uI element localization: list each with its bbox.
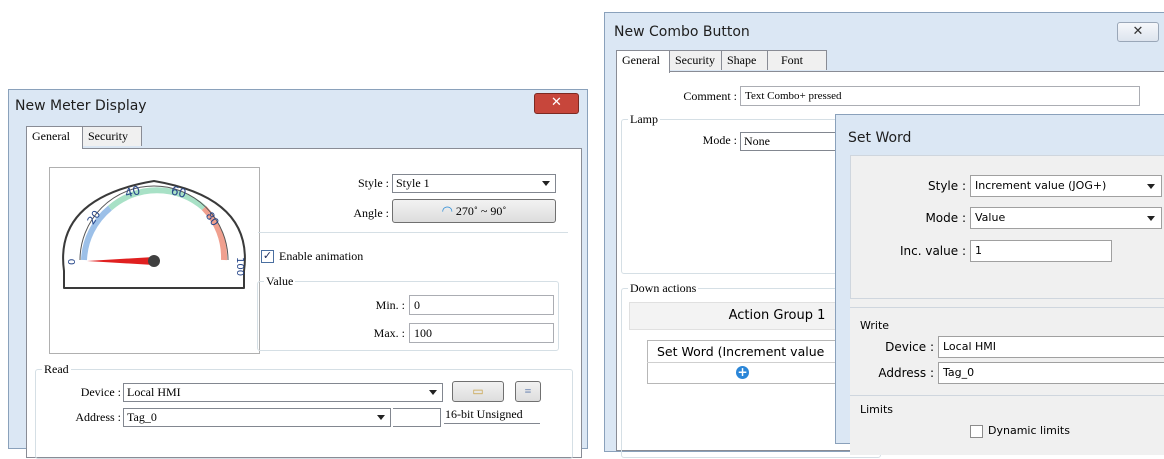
max-label: Max. : [373,326,405,340]
device-select[interactable]: Local HMI [123,383,443,402]
address-select[interactable]: Tag_0 [123,408,391,427]
mode-label: Mode : [702,133,737,147]
tab-general[interactable]: General [26,126,83,149]
mode-value: None [744,134,770,148]
data-type-underline [444,423,540,424]
mode-label: Mode : [925,211,966,225]
lamp-group-label: Lamp [628,112,660,127]
library-icon: ≡ [524,384,532,398]
tab-security[interactable]: Security [82,126,142,146]
dynamic-limits-checkbox[interactable] [970,425,983,438]
dialog-title: New Meter Display [15,98,147,114]
rotate-icon: ◠ [441,203,453,218]
plus-circle-icon[interactable]: + [736,366,749,379]
chevron-down-icon [429,390,437,395]
tab-general[interactable]: General [616,50,670,73]
device-label: Device : [885,340,934,354]
angle-label: Angle : [353,206,389,220]
meter-preview: 0 20 40 60 80 100 [49,167,260,354]
mode-value: Value [975,211,1006,224]
dialog-title: Set Word [848,130,912,146]
device-select[interactable]: Local HMI [938,336,1164,358]
read-group-label: Read [42,362,71,377]
needle-hub [148,255,160,267]
min-input[interactable]: 0 [409,295,554,315]
action-item[interactable]: Set Word (Increment value [657,344,824,359]
set-word-body: Style : Increment value (JOG+) Mode : Va… [850,155,1164,455]
set-word-dialog: Set Word Style : Increment value (JOG+) … [835,114,1164,455]
chevron-down-icon [377,415,385,420]
dialog-title: New Combo Button [614,24,750,40]
style-value: Increment value (JOG+) [975,179,1107,192]
tag-icon: ▭ [472,384,484,398]
value-group-label: Value [264,274,296,289]
address-label: Address : [75,410,121,424]
tag-library-button[interactable]: ≡ [515,381,541,402]
meter-display-dialog: New Meter Display ✕ General Security 0 2… [8,89,588,459]
data-type-label: 16-bit Unsigned [445,407,523,421]
tab-shape[interactable]: Shape [721,50,768,70]
write-group-label: Write [860,319,890,332]
comment-input[interactable]: Text Combo+ pressed [740,86,1140,106]
inc-value-input[interactable]: 1 [970,240,1112,262]
meter-gauge-graphic: 0 20 40 60 80 100 [62,180,246,289]
style-label: Style : [357,176,389,190]
chevron-down-icon [1147,216,1155,221]
enable-animation-checkbox[interactable]: ✓ [261,250,274,263]
address-index-field[interactable] [393,408,441,427]
limits-group-label: Limits [860,403,893,416]
angle-value: 270˚ ~ 90˚ [455,204,507,218]
dynamic-limits-label: Dynamic limits [988,424,1070,437]
address-select[interactable]: Tag_0 [938,362,1164,384]
enable-animation-label: Enable animation [279,249,364,263]
style-value: Style 1 [396,176,430,190]
device-value: Local HMI [127,385,181,399]
comment-label: Comment : [683,89,737,103]
close-button[interactable]: ✕ [1117,22,1159,42]
max-input[interactable]: 100 [409,323,554,343]
tab-security[interactable]: Security [669,50,722,70]
tick-label-0: 0 [67,259,78,265]
address-label: Address : [878,366,934,380]
style-label: Style : [928,179,966,193]
tick-label-100: 100 [234,257,245,276]
mode-select[interactable]: Value [970,207,1162,229]
address-value: Tag_0 [943,366,975,379]
divider [850,307,1164,308]
style-select[interactable]: Increment value (JOG+) [970,175,1162,197]
min-label: Min. : [375,298,405,312]
device-label: Device : [80,385,121,399]
general-panel: 0 20 40 60 80 100 Style : Style 1 Angle … [26,148,582,459]
device-value: Local HMI [943,340,997,353]
divider [258,232,568,233]
inc-value-label: Inc. value : [899,244,966,258]
angle-button[interactable]: ◠ 270˚ ~ 90˚ [392,199,556,223]
divider [850,395,1164,396]
down-actions-label: Down actions [628,281,699,296]
address-value: Tag_0 [127,410,157,424]
chevron-down-icon [1147,184,1155,189]
device-settings-button[interactable]: ▭ [452,381,504,402]
chevron-down-icon [542,181,550,186]
tab-font[interactable]: Font [767,50,827,70]
close-button[interactable]: ✕ [534,93,579,114]
style-select[interactable]: Style 1 [392,174,556,193]
